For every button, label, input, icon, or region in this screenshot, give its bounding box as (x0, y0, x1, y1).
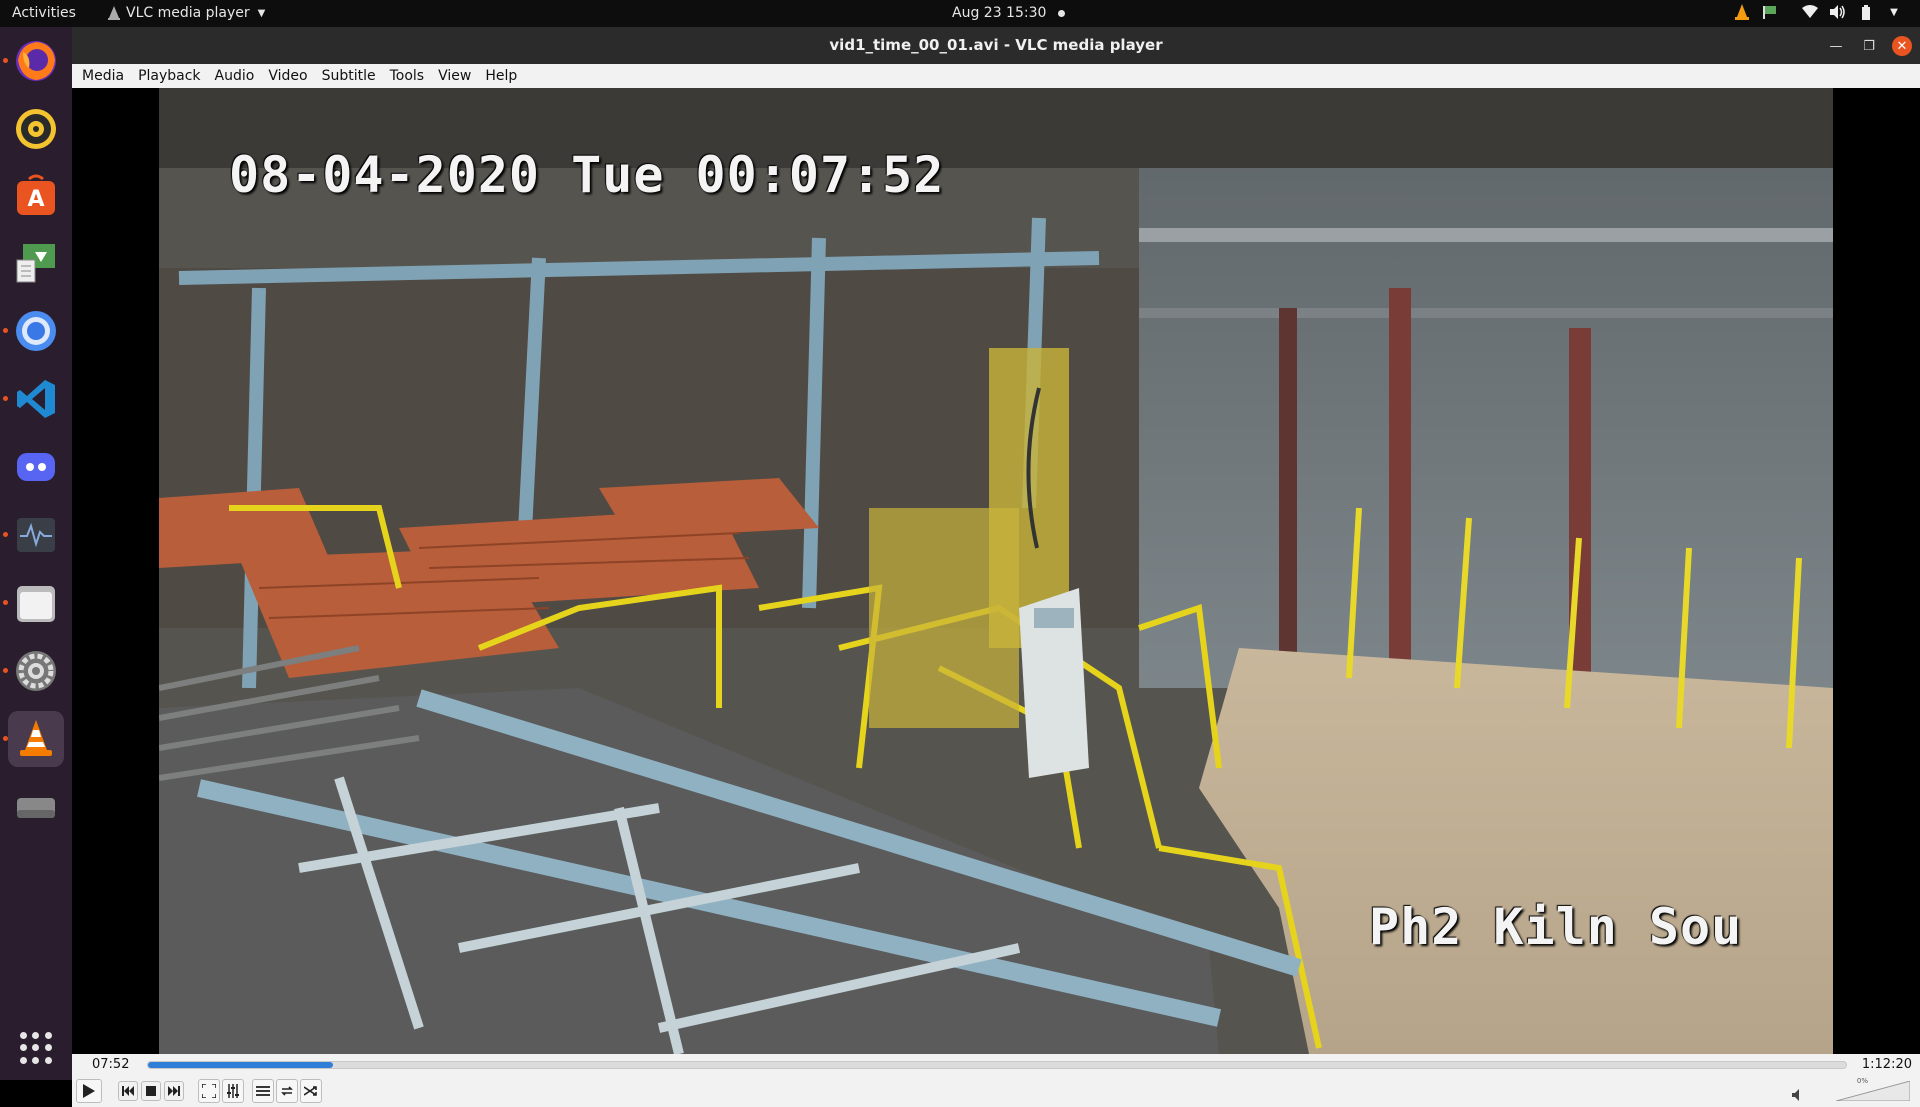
dock-rhythmbox-icon[interactable] (8, 101, 64, 157)
activities-button[interactable]: Activities (12, 5, 76, 21)
dock-ubuntu-software-icon[interactable]: A (8, 168, 64, 224)
volume-slider[interactable] (1836, 1081, 1910, 1101)
notification-dot-icon (1058, 9, 1066, 17)
total-time[interactable]: 1:12:20 (1862, 1057, 1912, 1072)
vlc-cone-icon (108, 6, 120, 20)
video-area[interactable]: 08-04-2020 Tue 00:07:52 Ph2 Kiln Sou (72, 88, 1920, 1054)
seek-slider[interactable] (147, 1061, 1847, 1069)
top-bar: Activities VLC media player ▼ Aug 23 15:… (0, 0, 1920, 27)
loop-icon (281, 1086, 293, 1096)
minimize-icon[interactable]: — (1826, 36, 1846, 56)
previous-button[interactable] (118, 1081, 138, 1101)
stop-button[interactable] (141, 1081, 161, 1101)
video-frame: 08-04-2020 Tue 00:07:52 Ph2 Kiln Sou (159, 88, 1833, 1054)
dock-firefox-icon[interactable] (8, 33, 64, 89)
flag-icon[interactable] (1762, 4, 1778, 20)
menu-video[interactable]: Video (268, 68, 307, 84)
dock-chromium-icon[interactable] (8, 303, 64, 359)
volume-control[interactable]: 0% (1792, 1077, 1912, 1103)
fullscreen-button[interactable] (198, 1079, 220, 1103)
system-tray[interactable]: ▼ (1734, 4, 1902, 20)
elapsed-time: 07:52 (92, 1057, 130, 1072)
clock[interactable]: Aug 23 15:30 (952, 5, 1066, 21)
play-button[interactable] (76, 1079, 102, 1103)
controls-bar: 07:52 1:12:20 0% (72, 1054, 1920, 1107)
dock-discord-icon[interactable] (8, 439, 64, 495)
dock: A (0, 27, 72, 1080)
menu-bar: Media Playback Audio Video Subtitle Tool… (72, 64, 1920, 88)
menu-view[interactable]: View (438, 68, 471, 84)
dock-settings-icon[interactable] (8, 643, 64, 699)
window-title: vid1_time_00_01.avi - VLC media player (829, 36, 1163, 54)
battery-icon[interactable] (1858, 4, 1874, 20)
volume-icon[interactable] (1830, 4, 1846, 20)
playlist-icon (256, 1086, 270, 1096)
previous-icon (122, 1086, 134, 1096)
vlc-tray-icon[interactable] (1734, 4, 1750, 20)
menu-media[interactable]: Media (82, 68, 124, 84)
next-button[interactable] (164, 1081, 184, 1101)
dock-software-updater-icon[interactable] (8, 235, 64, 291)
menu-caret-icon[interactable]: ▼ (1886, 4, 1902, 20)
loop-button[interactable] (276, 1079, 298, 1103)
dock-vlc-icon[interactable] (8, 711, 64, 767)
shuffle-button[interactable] (300, 1079, 322, 1103)
close-icon[interactable]: ✕ (1892, 36, 1912, 56)
osd-timestamp: 08-04-2020 Tue 00:07:52 (229, 146, 945, 204)
wifi-icon[interactable] (1802, 4, 1818, 20)
chevron-down-icon: ▼ (257, 7, 266, 19)
menu-tools[interactable]: Tools (390, 68, 425, 84)
equalizer-icon (227, 1084, 239, 1098)
shuffle-icon (304, 1086, 317, 1096)
fullscreen-icon (202, 1084, 216, 1098)
dock-files-icon[interactable] (8, 575, 64, 631)
app-menu[interactable]: VLC media player ▼ (108, 5, 265, 21)
show-applications-icon[interactable] (20, 1032, 52, 1064)
svg-text:A: A (27, 187, 44, 212)
extended-settings-button[interactable] (222, 1079, 244, 1103)
seek-progress (148, 1062, 334, 1068)
speaker-icon (1792, 1089, 1799, 1101)
vlc-window: vid1_time_00_01.avi - VLC media player —… (72, 27, 1920, 1107)
osd-camera-label: Ph2 Kiln Sou (1369, 898, 1743, 956)
dock-vscode-icon[interactable] (8, 371, 64, 427)
dock-disk-icon[interactable] (8, 779, 64, 835)
menu-audio[interactable]: Audio (215, 68, 255, 84)
menu-help[interactable]: Help (485, 68, 517, 84)
title-bar[interactable]: vid1_time_00_01.avi - VLC media player —… (72, 27, 1920, 64)
clock-label: Aug 23 15:30 (952, 5, 1047, 21)
playlist-button[interactable] (252, 1079, 274, 1103)
menu-subtitle[interactable]: Subtitle (322, 68, 376, 84)
play-icon (83, 1084, 95, 1098)
restore-icon[interactable]: ❐ (1859, 36, 1879, 56)
transport-group (118, 1079, 184, 1103)
dock-system-monitor-icon[interactable] (8, 507, 64, 563)
menu-playback[interactable]: Playback (138, 68, 200, 84)
next-icon (168, 1086, 180, 1096)
app-menu-label: VLC media player (126, 5, 250, 21)
stop-icon (146, 1086, 156, 1096)
